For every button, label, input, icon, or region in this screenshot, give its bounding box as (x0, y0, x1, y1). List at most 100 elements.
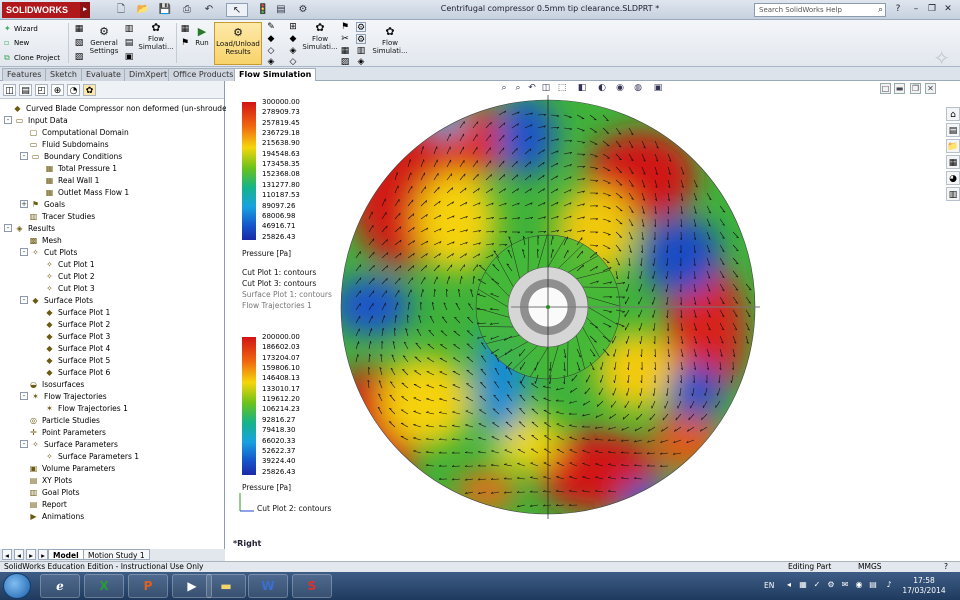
tab-model[interactable]: Model (48, 549, 84, 560)
tree-item[interactable]: ▥ Goal Plots (28, 487, 80, 499)
small-tool-icon[interactable]: ▣ (124, 52, 134, 62)
small-tool-icon[interactable]: ▨ (340, 57, 350, 67)
small-tool-icon[interactable]: ◆ (288, 34, 298, 44)
tab-scroll-right-icon[interactable]: ▸ (26, 549, 36, 560)
view-settings-icon[interactable]: ▣ (652, 82, 664, 94)
tree-item[interactable]: ▶ Animations (28, 511, 84, 523)
configuration-manager-icon[interactable]: ◰ (35, 84, 48, 96)
tree-item[interactable]: - ◈ Results (4, 223, 55, 235)
save-icon[interactable]: 💾 (154, 3, 176, 17)
tray-icon[interactable]: ◂ (784, 580, 794, 590)
small-tool-icon[interactable]: ▦ (180, 24, 190, 34)
tab-scroll-left-icon[interactable]: ◂ (14, 549, 24, 560)
flow-simulation-tree-icon[interactable]: ✿ (83, 84, 96, 96)
solidworks-logo[interactable]: SOLIDWORKS ▸ (2, 2, 90, 18)
taskbar-solidworks-icon[interactable]: S (292, 574, 332, 598)
tree-item[interactable]: ✶ Flow Trajectories 1 (44, 403, 128, 415)
collapse-icon[interactable]: - (20, 440, 28, 448)
taskbar-explorer-icon[interactable]: ▬ (206, 574, 246, 598)
tab-evaluate[interactable]: Evaluate (81, 68, 126, 81)
options-icon[interactable]: ⚙ (292, 3, 314, 17)
small-tool-icon[interactable]: ✎ (266, 22, 276, 32)
status-units[interactable]: MMGS (858, 562, 882, 572)
tray-icon[interactable]: ⚙ (826, 580, 836, 590)
open-file-icon[interactable]: 📂 (132, 3, 154, 17)
small-tool-icon[interactable]: ⚑ (180, 38, 190, 48)
viewport-minimize-icon[interactable]: ▬ (894, 83, 905, 94)
tree-item[interactable]: ◆ Surface Plot 4 (44, 343, 110, 355)
display-style-icon[interactable]: ◧ (576, 82, 588, 94)
new-project-button[interactable]: ▫ New (4, 38, 29, 48)
small-tool-icon[interactable]: ◆ (266, 34, 276, 44)
tray-volume-icon[interactable]: ♪ (884, 580, 894, 590)
tree-item[interactable]: ▤ XY Plots (28, 475, 72, 487)
tree-item[interactable]: - ◆ Surface Plots (20, 295, 93, 307)
small-tool-icon[interactable]: ⚙ (356, 34, 366, 45)
hide-show-items-icon[interactable]: ◐ (596, 82, 608, 94)
small-tool-icon[interactable]: ◇ (288, 57, 298, 67)
taskbar-powerpoint-icon[interactable]: P (128, 574, 168, 598)
tree-item[interactable]: ▣ Volume Parameters (28, 463, 116, 475)
graphics-area[interactable]: 300000.00 278909.73 257819.45 236729.18 2156… (226, 81, 960, 561)
small-tool-icon[interactable]: ⊞ (288, 22, 298, 32)
tray-network-icon[interactable]: ▦ (798, 580, 808, 590)
clone-project-button[interactable]: ⧉ Clone Project (4, 53, 60, 63)
viewport-restore-icon[interactable]: ❐ (910, 83, 921, 94)
expand-icon[interactable]: + (20, 200, 28, 208)
logo-menu-arrow-icon[interactable]: ▸ (80, 2, 90, 18)
flow-simulation-button-1[interactable]: ✿ Flow Simulati... (138, 22, 174, 52)
small-tool-icon[interactable]: ⚙ (356, 22, 366, 33)
previous-view-icon[interactable]: ↶ (526, 82, 538, 94)
tab-motion-study-1[interactable]: Motion Study 1 (83, 549, 150, 560)
property-manager-icon[interactable]: ▤ (19, 84, 32, 96)
tray-language[interactable]: EN (764, 581, 774, 590)
custom-properties-icon[interactable]: ▥ (946, 187, 960, 201)
cfd-plot-canvas[interactable] (226, 81, 960, 561)
feature-manager-icon[interactable]: ◫ (3, 84, 16, 96)
tree-item[interactable]: ▥ Tracer Studies (28, 211, 95, 223)
taskbar-word-icon[interactable]: W (248, 574, 288, 598)
tab-flow-simulation[interactable]: Flow Simulation (234, 68, 317, 81)
tree-item[interactable]: ◆ Surface Plot 2 (44, 319, 110, 331)
tree-item[interactable]: ◆ Surface Plot 1 (44, 307, 110, 319)
file-properties-icon[interactable]: ▤ (270, 3, 292, 17)
tree-item[interactable]: ✧ Cut Plot 3 (44, 283, 94, 295)
tree-item[interactable]: - ▭ Boundary Conditions (20, 151, 122, 163)
dimxpert-manager-icon[interactable]: ⊕ (51, 84, 64, 96)
small-tool-icon[interactable]: ▥ (124, 24, 134, 34)
tab-dimxpert[interactable]: DimXpert (124, 68, 173, 81)
undo-icon[interactable]: ↶ (198, 3, 220, 17)
small-tool-icon[interactable]: ◇ (266, 46, 276, 56)
tree-item[interactable]: + ⚑ Goals (20, 199, 65, 211)
new-file-icon[interactable]: 🗋 (110, 3, 132, 17)
restore-icon[interactable]: ❐ (926, 3, 938, 15)
close-icon[interactable]: ✕ (942, 3, 954, 15)
tree-item[interactable]: ▩ Mesh (28, 235, 62, 247)
tree-item[interactable]: - ▭ Input Data (4, 115, 68, 127)
status-help[interactable]: ? (944, 562, 948, 572)
collapse-icon[interactable]: - (20, 152, 28, 160)
view-orientation-icon[interactable]: ⬚ (556, 82, 568, 94)
tree-item[interactable]: ✧ Surface Parameters 1 (44, 451, 139, 463)
select-pointer-icon[interactable]: ↖ (226, 3, 248, 17)
view-palette-icon[interactable]: ▦ (946, 155, 960, 169)
tree-item[interactable]: - ✧ Surface Parameters (20, 439, 118, 451)
tree-item[interactable]: ◆ Surface Plot 3 (44, 331, 110, 343)
small-tool-icon[interactable]: ▧ (74, 38, 84, 48)
small-tool-icon[interactable]: ◈ (266, 57, 276, 67)
file-explorer-icon[interactable]: 📁 (946, 139, 960, 153)
tree-item[interactable]: ✧ Cut Plot 2 (44, 271, 94, 283)
appearances-icon[interactable]: ◕ (946, 171, 960, 185)
tray-icon[interactable]: ✉ (840, 580, 850, 590)
taskbar-ie-icon[interactable]: ℯ (40, 574, 80, 598)
tree-item[interactable]: ✛ Point Parameters (28, 427, 106, 439)
minimize-icon[interactable]: – (910, 3, 922, 15)
tab-sketch[interactable]: Sketch (45, 68, 82, 81)
tree-item[interactable]: ▤ Report (28, 499, 67, 511)
small-tool-icon[interactable]: ◈ (288, 46, 298, 56)
tree-item[interactable]: ◆ Curved Blade Compressor non deformed (u… (12, 103, 243, 115)
load-unload-results-button[interactable]: ⚙ Load/Unload Results (214, 22, 262, 65)
tray-icon[interactable]: ◉ (854, 580, 864, 590)
tab-scroll-right-icon[interactable]: ▸ (38, 549, 48, 560)
tray-icon[interactable]: ▤ (868, 580, 878, 590)
